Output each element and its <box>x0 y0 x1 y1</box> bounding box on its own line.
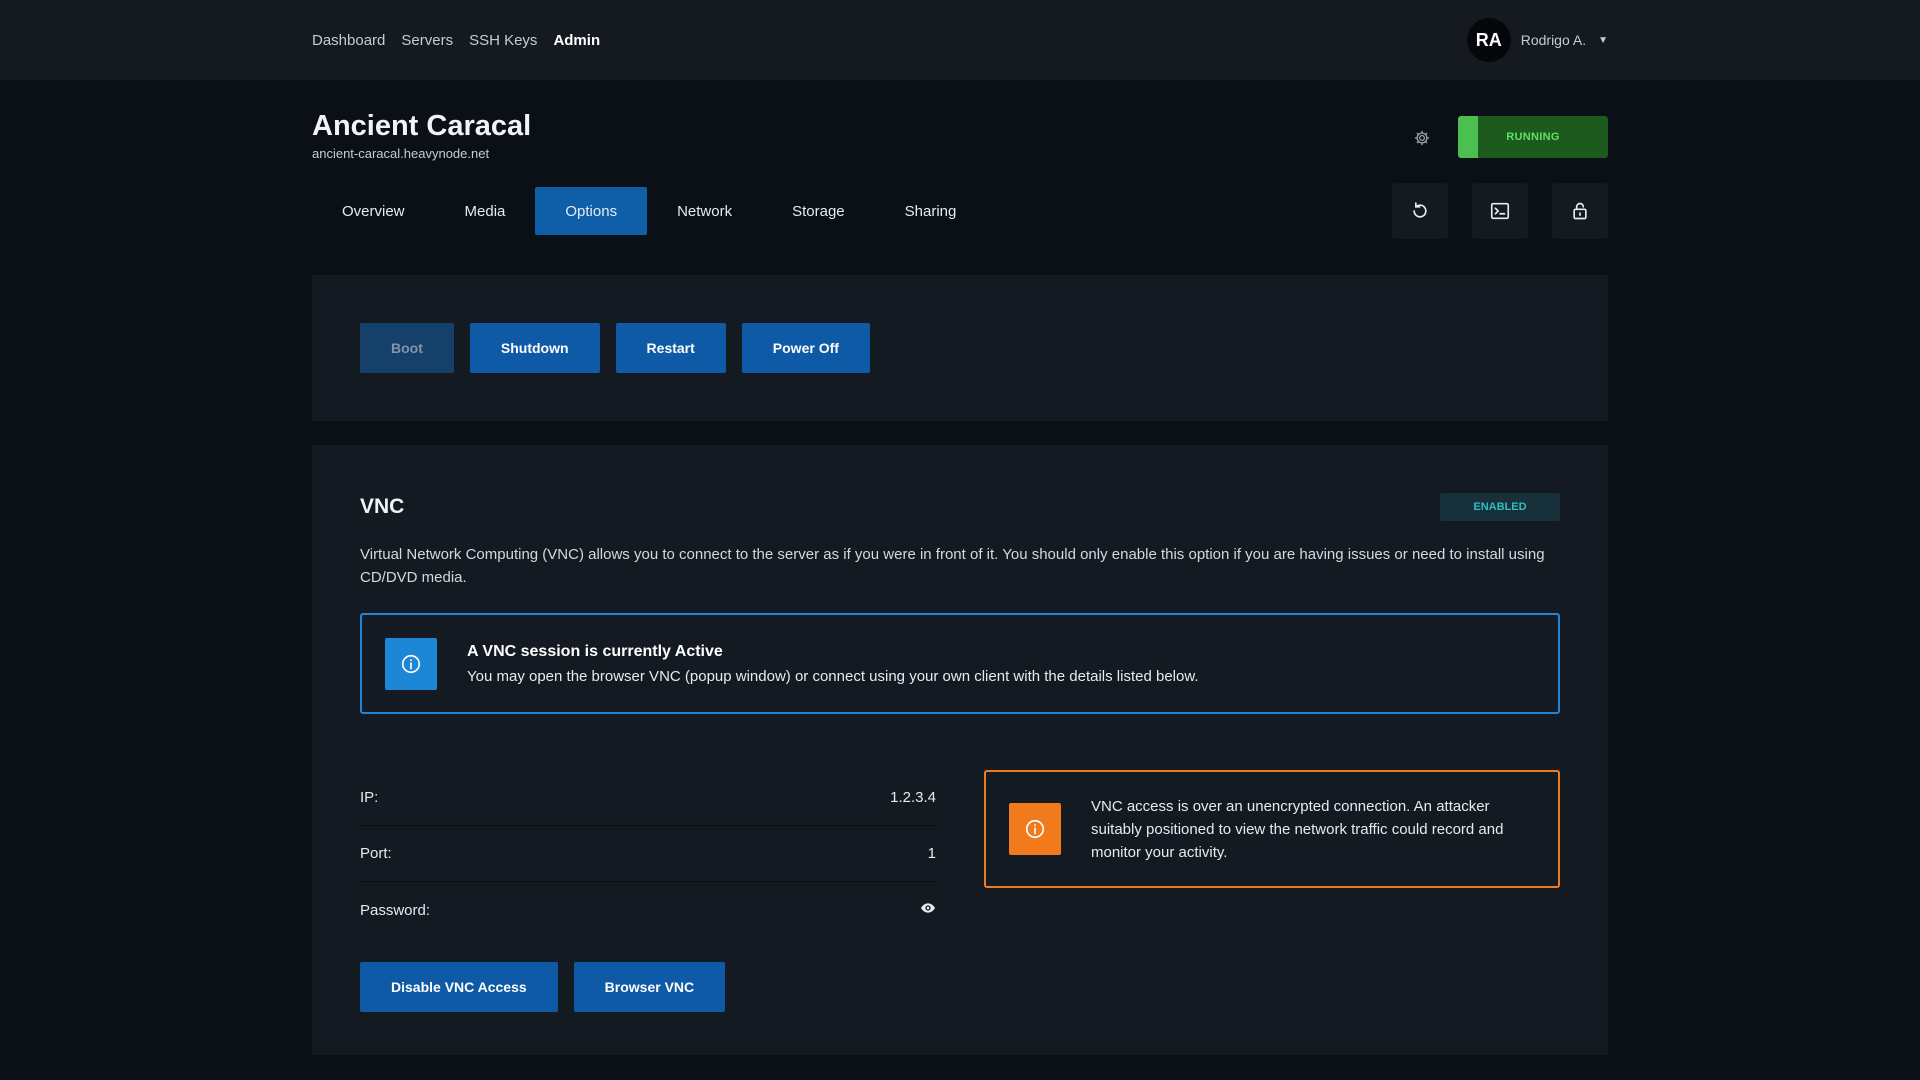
power-panel: Boot Shutdown Restart Power Off <box>312 275 1608 421</box>
tab-bar: Overview Media Options Network Storage S… <box>312 187 986 235</box>
restart-button[interactable]: Restart <box>615 323 726 373</box>
caret-down-icon[interactable]: ▼ <box>1598 35 1608 46</box>
status-text: RUNNING <box>1506 131 1560 143</box>
tab-overview[interactable]: Overview <box>312 187 435 235</box>
lock-icon <box>1573 202 1587 220</box>
vnc-panel: VNC ENABLED Virtual Network Computing (V… <box>312 445 1608 1055</box>
status-badge: RUNNING <box>1458 116 1608 158</box>
gear-icon[interactable] <box>1410 126 1434 150</box>
vnc-description: Virtual Network Computing (VNC) allows y… <box>360 546 1545 586</box>
console-button[interactable] <box>1472 183 1528 239</box>
tab-storage[interactable]: Storage <box>762 187 875 235</box>
terminal-icon <box>1490 202 1510 220</box>
warning-body: VNC access is over an unencrypted connec… <box>1091 797 1504 861</box>
port-value: 1 <box>927 845 936 862</box>
session-alert-title: A VNC session is currently Active <box>467 642 723 660</box>
eye-icon[interactable] <box>920 900 936 920</box>
disable-vnc-button[interactable]: Disable VNC Access <box>360 962 558 1012</box>
tabs-row: Overview Media Options Network Storage S… <box>312 183 1608 239</box>
password-row: Password: <box>360 882 936 938</box>
main-nav: Dashboard Servers SSH Keys Admin <box>312 32 600 49</box>
warning-text: VNC access is over an unencrypted connec… <box>1091 795 1535 864</box>
browser-vnc-button[interactable]: Browser VNC <box>573 962 726 1012</box>
session-alert-text: A VNC session is currently Active You ma… <box>467 643 1199 685</box>
password-label: Password: <box>360 901 431 919</box>
info-icon <box>385 637 437 690</box>
tab-network[interactable]: Network <box>647 187 762 235</box>
top-bar: Dashboard Servers SSH Keys Admin RA Rodr… <box>0 0 1920 80</box>
port-row: Port: 1 <box>360 826 936 882</box>
ip-row: IP: 1.2.3.4 <box>360 770 936 826</box>
session-alert: A VNC session is currently Active You ma… <box>360 613 1560 714</box>
nav-admin[interactable]: Admin <box>553 32 600 49</box>
server-actions <box>1392 183 1608 239</box>
enabled-badge: ENABLED <box>1440 493 1560 521</box>
refresh-icon <box>1413 202 1427 218</box>
vnc-title: VNC <box>360 495 405 518</box>
nav-servers[interactable]: Servers <box>401 32 453 49</box>
user-name[interactable]: Rodrigo A. <box>1521 32 1586 48</box>
shutdown-button[interactable]: Shutdown <box>469 323 600 373</box>
tab-sharing[interactable]: Sharing <box>875 187 987 235</box>
power-off-button[interactable]: Power Off <box>741 323 870 373</box>
top-nav: Dashboard Servers SSH Keys Admin RA Rodr… <box>312 0 1608 80</box>
lock-button[interactable] <box>1552 183 1608 239</box>
avatar[interactable]: RA <box>1466 18 1511 62</box>
session-alert-body: You may open the browser VNC (popup wind… <box>467 667 1199 685</box>
server-header: Ancient Caracal ancient-caracal.heavynod… <box>312 110 1608 170</box>
nav-dashboard[interactable]: Dashboard <box>312 32 385 49</box>
tab-media[interactable]: Media <box>435 187 536 235</box>
warning-info-icon <box>1009 803 1061 855</box>
refresh-button[interactable] <box>1392 183 1448 239</box>
nav-ssh-keys[interactable]: SSH Keys <box>469 32 537 49</box>
ip-value: 1.2.3.4 <box>890 789 936 806</box>
vnc-details: IP: 1.2.3.4 Port: 1 Password: VNC access… <box>360 770 1560 938</box>
user-menu[interactable]: RA Rodrigo A. ▼ <box>1466 18 1608 62</box>
tab-options[interactable]: Options <box>535 187 648 235</box>
unencrypted-warning: VNC access is over an unencrypted connec… <box>984 770 1560 888</box>
connection-details: IP: 1.2.3.4 Port: 1 Password: <box>360 770 936 938</box>
vnc-header: VNC ENABLED <box>360 493 1560 521</box>
boot-button[interactable]: Boot <box>360 323 454 373</box>
port-label: Port: <box>360 845 392 862</box>
vnc-buttons: Disable VNC Access Browser VNC <box>360 962 1560 1012</box>
status-indicator <box>1458 116 1478 158</box>
ip-label: IP: <box>360 789 379 806</box>
